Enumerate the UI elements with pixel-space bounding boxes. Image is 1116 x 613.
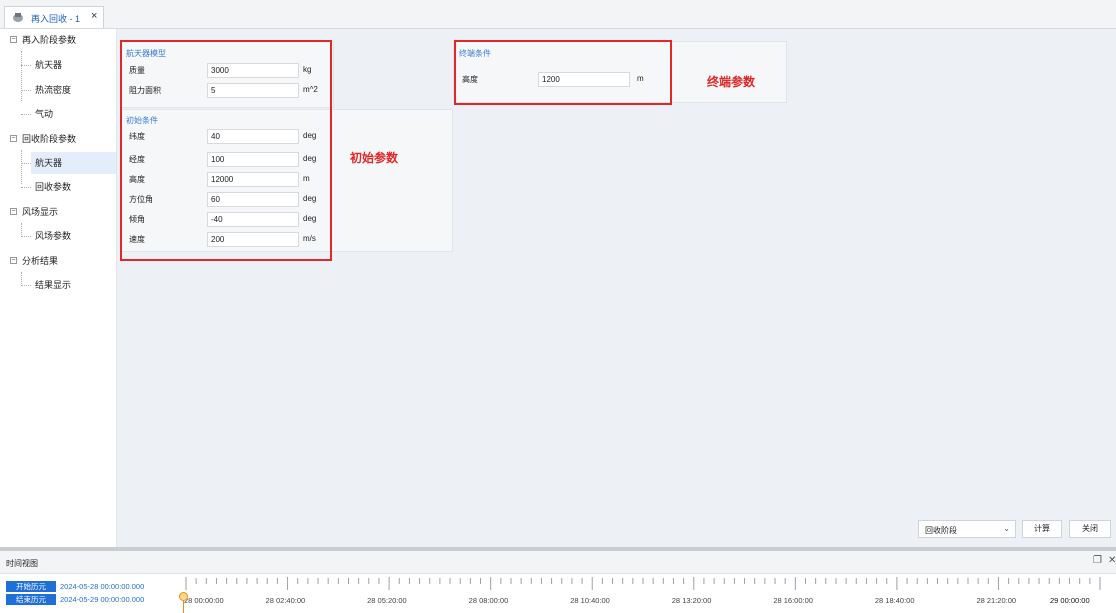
tree-item-label: 结果显示 [35,280,72,290]
restore-icon[interactable]: ❐ [1093,555,1102,566]
tree-group-reentry[interactable]: − 再入阶段参数 [10,29,114,51]
parameter-tree: − 再入阶段参数 航天器 热流密度 气动 − 回收阶段参数 航天器 回收参数 −… [0,29,117,547]
stage-select[interactable]: 回收阶段 ⌄ [918,520,1016,538]
terminal-params-highlight [454,40,672,105]
chevron-down-icon: ⌄ [1003,524,1010,533]
tree-item-label: 回收参数 [35,182,72,192]
initial-params-annotation: 初始参数 [350,151,399,165]
capsule-icon [13,13,23,22]
timeline-view[interactable]: 开始历元 2024-05-28 00:00:00.000 结束历元 2024-0… [0,574,1116,613]
initial-params-highlight [120,40,332,261]
close-icon[interactable]: × [91,10,97,22]
tree-item-heat-flux[interactable]: 热流密度 [35,79,114,101]
tree-item-label: 热流密度 [35,85,72,95]
collapse-icon[interactable]: − [10,135,17,142]
tree-connector [21,272,22,286]
timeline-tick-label: 28 10:40:00 [570,596,610,605]
document-tab[interactable]: 再入回收 - 1 × [4,6,104,28]
close-icon[interactable]: ✕ [1108,555,1116,566]
timeline-ruler [185,577,1101,590]
main-content: 航天器模型 质量 kg 阻力面积 m^2 初始条件 纬度 deg 经度 deg … [117,29,1116,547]
tab-label: 再入回收 - 1 [31,14,81,24]
tree-item-label: 航天器 [35,60,63,70]
timeline-tick-label: 28 21:20:00 [976,596,1017,605]
timeline-tick-label: 28 18:40:00 [874,596,915,605]
tree-item-aerodynamics[interactable]: 气动 [35,103,114,125]
document-tab-bar: 再入回收 - 1 × [0,0,1116,29]
time-marker-line [183,601,184,613]
tree-connector [21,187,31,188]
tree-item-wind-params[interactable]: 风场参数 [35,225,114,247]
collapse-icon[interactable]: − [10,36,17,43]
tree-item-label: 风场参数 [35,231,72,241]
tree-item-label: 气动 [35,109,54,119]
tree-group-analysis[interactable]: − 分析结果 [10,250,114,272]
tree-group-label: 分析结果 [22,256,59,266]
tree-connector [21,236,31,237]
stage-select-value: 回收阶段 [925,526,957,535]
tree-connector [21,65,31,66]
tree-item-reentry-spacecraft[interactable]: 航天器 [35,54,114,76]
terminal-params-annotation: 终端参数 [707,75,756,89]
collapse-icon[interactable]: − [10,208,17,215]
compute-button[interactable]: 计算 [1022,520,1062,538]
tree-connector [21,51,22,101]
tree-item-recovery-params[interactable]: 回收参数 [35,176,114,198]
tree-group-label: 再入阶段参数 [22,35,77,45]
timeline-tick-label: 28 00:00:00 [184,596,224,605]
tree-connector [21,114,31,115]
timeline-tick-label: 28 05:20:00 [367,596,407,605]
time-marker-handle[interactable] [179,592,188,601]
close-button[interactable]: 关闭 [1069,520,1111,538]
timeline-tick-label: 28 02:40:00 [265,596,306,605]
tree-group-wind[interactable]: − 风场显示 [10,201,114,223]
timeline-tick-label: 28 16:00:00 [773,596,813,605]
tree-connector [21,163,31,164]
tree-connector [21,150,22,184]
tree-group-label: 回收阶段参数 [22,134,77,144]
timeline-header: 时间视图 ❐ ✕ [0,551,1116,574]
tree-connector [21,223,22,237]
timeline-tick-label: 29 00:00:00 [1050,596,1090,605]
tree-connector [21,90,31,91]
timeline-tick-label: 28 13:20:00 [671,596,712,605]
tree-item-recovery-spacecraft[interactable]: 航天器 [31,152,116,174]
tree-group-recovery[interactable]: − 回收阶段参数 [10,128,114,150]
tree-connector [21,285,31,286]
tree-group-label: 风场显示 [22,207,59,217]
timeline-tick-label: 28 08:00:00 [468,596,509,605]
timeline-title: 时间视图 [6,559,38,568]
tree-item-results[interactable]: 结果显示 [35,274,114,296]
tree-item-label: 航天器 [35,158,63,168]
collapse-icon[interactable]: − [10,257,17,264]
